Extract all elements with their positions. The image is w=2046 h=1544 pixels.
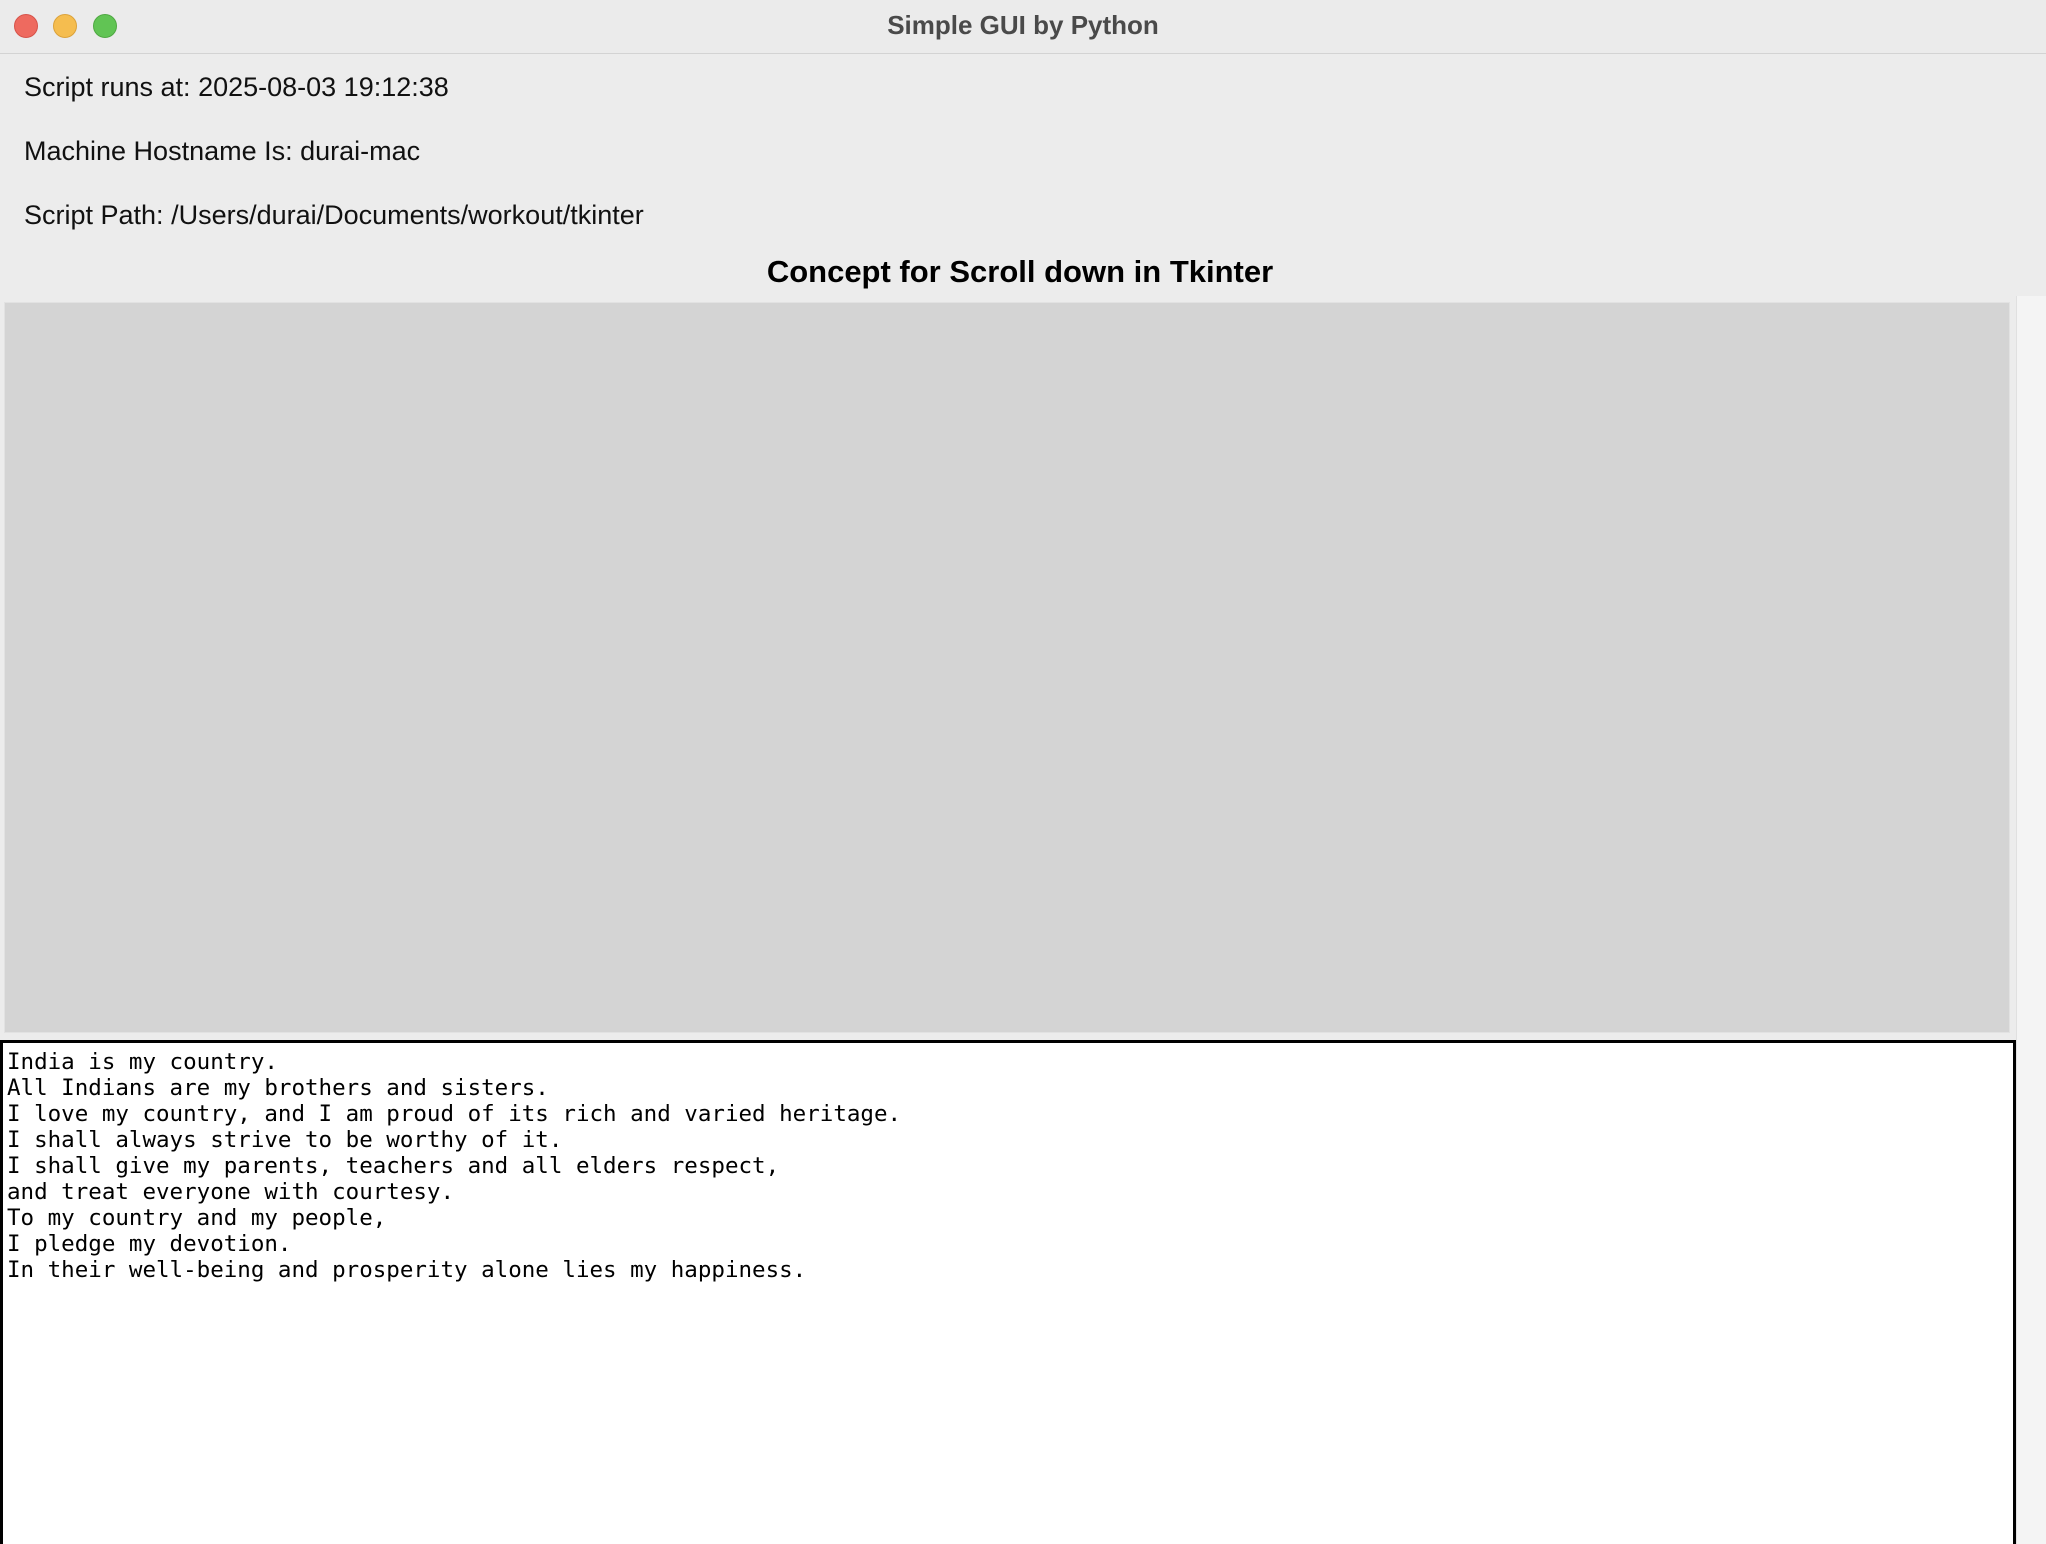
hostname-label: Machine Hostname Is: durai-mac — [24, 136, 421, 166]
text-line: I love my country, and I am proud of its… — [7, 1101, 902, 1127]
text-line: India is my country. — [7, 1049, 278, 1075]
vertical-scrollbar[interactable] — [2016, 296, 2046, 1544]
text-line: In their well-being and prosperity alone… — [7, 1257, 807, 1283]
title-bar[interactable]: Simple GUI by Python — [0, 0, 2046, 54]
text-line: I shall always strive to be worthy of it… — [7, 1127, 563, 1153]
app-window: Simple GUI by Python Script runs at: 202… — [0, 0, 2046, 1544]
text-line: I pledge my devotion. — [7, 1231, 292, 1257]
script-runs-at-label: Script runs at: 2025-08-03 19:12:38 — [24, 72, 449, 102]
text-area[interactable]: India is my country. All Indians are my … — [0, 1040, 2016, 1544]
text-line: and treat everyone with courtesy. — [7, 1179, 455, 1205]
page-heading: Concept for Scroll down in Tkinter — [766, 254, 1274, 289]
text-line: To my country and my people, — [7, 1205, 387, 1231]
script-path-label: Script Path: /Users/durai/Documents/work… — [24, 200, 644, 230]
text-line: All Indians are my brothers and sisters. — [7, 1075, 549, 1101]
window-title: Simple GUI by Python — [887, 10, 1159, 40]
text-line: I shall give my parents, teachers and al… — [7, 1153, 780, 1179]
canvas-area[interactable] — [4, 302, 2010, 1033]
